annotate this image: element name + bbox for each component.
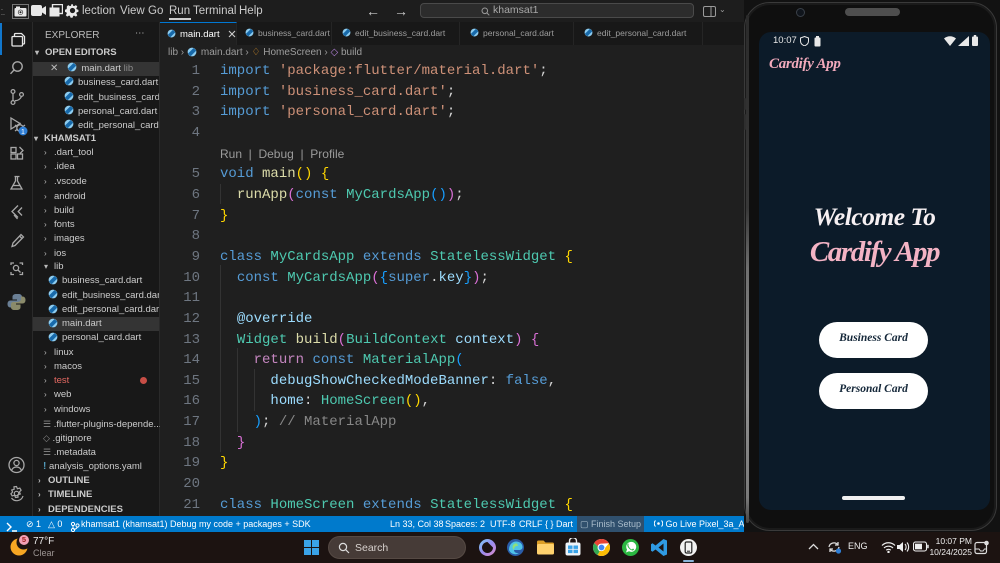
svg-text:1: 1 (21, 129, 25, 136)
